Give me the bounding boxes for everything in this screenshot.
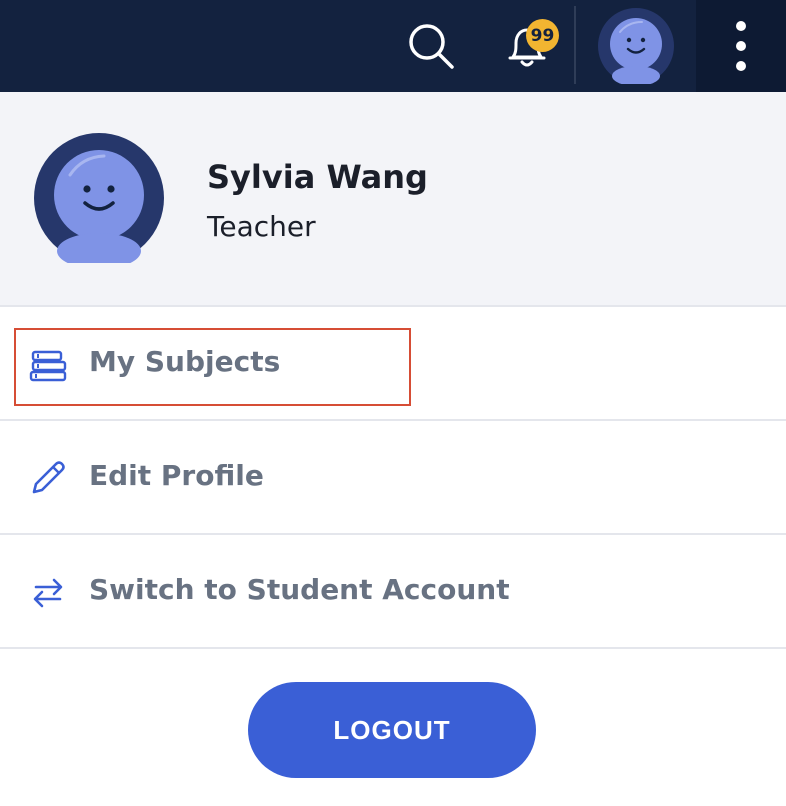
more-vertical-icon [736, 21, 746, 71]
search-button[interactable] [398, 0, 464, 92]
avatar [598, 8, 674, 84]
profile-name: Sylvia Wang [207, 158, 428, 196]
search-icon [409, 24, 454, 69]
top-bar: 99 [0, 0, 786, 92]
pencil-icon [32, 461, 65, 494]
menu-item-label: Edit Profile [89, 459, 264, 492]
swap-arrows-icon [33, 578, 63, 608]
profile-avatar [34, 133, 164, 263]
profile-role: Teacher [207, 210, 316, 243]
logout-button[interactable]: LOGOUT [248, 682, 536, 778]
menu-item-edit-profile[interactable]: Edit Profile [0, 421, 786, 535]
avatar-button[interactable] [596, 0, 676, 92]
menu-item-switch-account[interactable]: Switch to Student Account [0, 535, 786, 649]
more-options-button[interactable] [696, 0, 786, 92]
notification-badge: 99 [526, 19, 559, 52]
header-divider [574, 6, 576, 84]
menu-item-label: Switch to Student Account [89, 573, 510, 606]
profile-header: Sylvia Wang Teacher [0, 92, 786, 307]
selection-highlight [14, 328, 411, 406]
